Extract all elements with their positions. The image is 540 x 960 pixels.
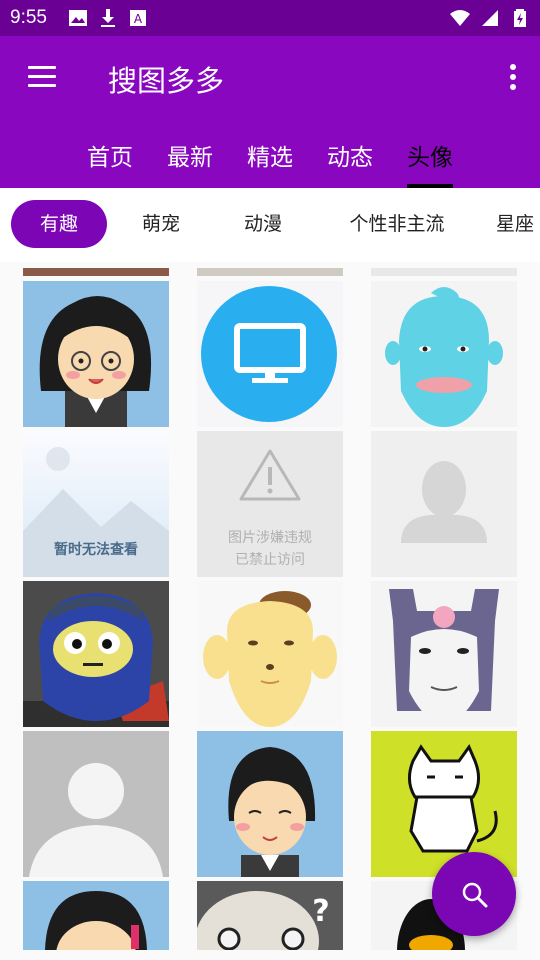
grid-image[interactable] — [23, 281, 169, 427]
grid-image[interactable] — [371, 268, 517, 276]
grid-image[interactable] — [197, 268, 343, 276]
download-icon — [101, 9, 115, 27]
grid-image[interactable] — [371, 281, 517, 427]
blocked-label-line2: 已禁止访问 — [235, 552, 305, 568]
chip-personality[interactable]: 个性非主流 — [330, 200, 464, 248]
image-grid: 暂时无法查看 图片涉嫌违规 已禁止访问 ? — [0, 268, 540, 950]
monitor-icon — [201, 286, 337, 422]
kuromi-face-image — [389, 589, 499, 723]
default-avatar-icon — [29, 763, 163, 877]
grid-image[interactable] — [371, 431, 517, 577]
tab-home[interactable]: 首页 — [80, 138, 140, 172]
blocked-label-line1: 图片涉嫌违规 — [228, 530, 312, 546]
grid-image[interactable] — [23, 268, 169, 276]
unavailable-label: 暂时无法查看 — [54, 542, 138, 558]
grid-image[interactable]: 暂时无法查看 — [23, 431, 169, 577]
grid-image[interactable] — [371, 581, 517, 727]
app-title: 搜图多多 — [108, 64, 225, 98]
svg-text:A: A — [134, 12, 143, 26]
chip-fun[interactable]: 有趣 — [11, 200, 107, 248]
grid-image[interactable] — [197, 581, 343, 727]
grid-image[interactable] — [197, 731, 343, 877]
cartoon-woman-glasses-image — [23, 281, 169, 427]
wifi-icon — [450, 10, 470, 26]
person-placeholder-icon — [401, 461, 487, 543]
tab-featured[interactable]: 精选 — [240, 138, 300, 172]
grid-image[interactable] — [23, 881, 169, 950]
image-notification-icon — [69, 10, 87, 26]
tab-avatar[interactable]: 头像 — [400, 138, 460, 172]
cartoon-girl-image — [23, 881, 169, 950]
cream-pudding-dog-image — [203, 591, 337, 727]
grid-image[interactable]: 图片涉嫌违规 已禁止访问 — [197, 431, 343, 577]
chip-zodiac[interactable]: 星座 — [496, 200, 540, 248]
status-time: 9:55 — [10, 7, 47, 28]
grid-image[interactable] — [23, 581, 169, 727]
tab-bar: 首页 最新 精选 动态 头像 — [0, 120, 540, 188]
status-bar: 9:55 A — [0, 0, 540, 36]
font-notification-icon: A — [130, 10, 146, 26]
category-chip-bar: 有趣 萌宠 动漫 个性非主流 星座 — [0, 188, 540, 262]
stuffed-animal-image: ? — [197, 881, 343, 950]
signal-icon — [482, 10, 498, 26]
cartoon-woman-image — [197, 731, 343, 877]
svg-text:?: ? — [312, 894, 329, 929]
grid-image[interactable] — [197, 281, 343, 427]
blue-face-image — [385, 287, 503, 427]
grid-image[interactable] — [23, 731, 169, 877]
app-bar: 搜图多多 — [0, 36, 540, 120]
search-fab-button[interactable] — [432, 852, 516, 936]
blue-plush-toy-image — [23, 581, 169, 727]
search-icon — [462, 882, 488, 908]
tab-dynamic[interactable]: 动态 — [320, 138, 380, 172]
menu-icon[interactable] — [28, 66, 56, 90]
tab-latest[interactable]: 最新 — [160, 138, 220, 172]
battery-icon — [514, 9, 526, 27]
more-options-icon[interactable] — [508, 64, 518, 94]
grid-image[interactable]: ? — [197, 881, 343, 950]
chip-anime[interactable]: 动漫 — [223, 200, 303, 248]
chip-pets[interactable]: 萌宠 — [121, 200, 201, 248]
